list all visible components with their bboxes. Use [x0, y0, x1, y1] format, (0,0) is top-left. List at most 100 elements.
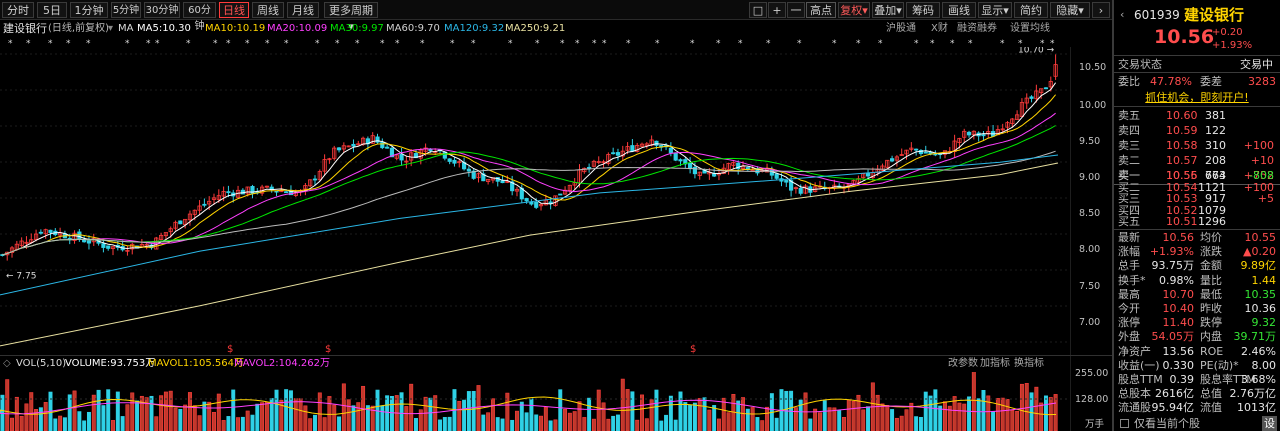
- event-star-icon: *: [766, 39, 771, 47]
- period-tab-weekly[interactable]: 周线: [252, 2, 284, 18]
- volume-bar: [67, 394, 72, 431]
- divider: [1114, 106, 1280, 107]
- promo-link[interactable]: 抓住机会，即刻开户!: [1114, 90, 1280, 105]
- level-label: 卖四: [1118, 124, 1140, 137]
- high-point-button[interactable]: 高点: [806, 2, 836, 18]
- volume-bar: [409, 383, 414, 431]
- chevron-down-icon[interactable]: ▾: [108, 21, 113, 37]
- volume-bar: [678, 391, 683, 431]
- checkbox[interactable]: [1120, 419, 1129, 428]
- low-price-label: ← 7.75: [6, 271, 36, 281]
- high-price-label: 10.70 →: [1018, 47, 1055, 55]
- level-volume: 1296: [1198, 215, 1226, 229]
- event-star-icon: *: [592, 39, 597, 47]
- stat-value: 10.35: [1244, 287, 1277, 301]
- candle-body: [673, 152, 678, 161]
- candle-body: [688, 162, 693, 170]
- event-star-icon: *: [245, 39, 250, 47]
- divider: [1114, 55, 1280, 56]
- stat-row: 外盘 54.05万 内盘 39.71万: [1114, 330, 1280, 344]
- volume-chart[interactable]: [0, 372, 1070, 431]
- candlestick-chart[interactable]: 10.70 → ← 7.75 $ $ $: [0, 47, 1070, 355]
- event-star-icon: *: [380, 39, 385, 47]
- event-star-icon: *: [535, 39, 540, 47]
- period-tab-30min[interactable]: 30分钟: [144, 2, 180, 18]
- asks-row[interactable]: 卖二 10.57 208 +10: [1114, 153, 1280, 168]
- stock-name: 建设银行: [1184, 6, 1245, 24]
- bids-row[interactable]: 买五 10.51 1296: [1114, 216, 1280, 228]
- stat-value: 3.68%: [1241, 373, 1276, 386]
- candle-body: [611, 152, 616, 155]
- stat-value: 54.05万: [1151, 330, 1195, 344]
- candle-body: [798, 187, 803, 194]
- stat-label: 最低: [1200, 287, 1222, 301]
- period-tab-1min[interactable]: 1分钟: [70, 2, 108, 18]
- candle-body: [385, 146, 390, 149]
- stat-row: 总股本 2616亿 总值 2.76万亿: [1114, 387, 1280, 401]
- more-periods-dropdown[interactable]: 更多周期 ▾: [324, 2, 378, 33]
- period-tab-60min[interactable]: 60分钟: [183, 2, 216, 32]
- period-tab-5min[interactable]: 5分钟: [111, 2, 141, 18]
- volume-bar: [125, 404, 130, 431]
- stat-row: 今开 10.40 昨收 10.36: [1114, 302, 1280, 316]
- event-star-icon: *: [930, 39, 935, 47]
- candle-body: [82, 239, 87, 243]
- settings-icon[interactable]: 设: [1262, 416, 1277, 431]
- volume-bar: [524, 412, 529, 431]
- level-label: 买五: [1118, 215, 1140, 229]
- link-margin[interactable]: 融资融券: [957, 21, 997, 37]
- period-tab-timeshare[interactable]: 分时: [2, 2, 34, 18]
- asks-row[interactable]: 卖四 10.59 122: [1114, 123, 1280, 138]
- bids-row[interactable]: 买一 10.55 664 -808: [1114, 170, 1280, 182]
- candle-body: [524, 198, 529, 202]
- period-tab-5day[interactable]: 5日: [37, 2, 67, 18]
- event-star-icon: *: [626, 39, 631, 47]
- collapse-panel-icon[interactable]: ›: [1092, 2, 1110, 18]
- edit-params-link[interactable]: 改参数: [948, 356, 978, 372]
- period-toolbar: 分时 5日 1分钟 5分钟 30分钟 60分钟 日线 周线 月线 更多周期 ▾ …: [0, 0, 1112, 33]
- link-finance[interactable]: X财: [931, 21, 948, 37]
- zoom-out-icon[interactable]: 一: [787, 2, 805, 18]
- asks-row[interactable]: 卖五 10.60 381: [1114, 108, 1280, 123]
- price-tick: 7.50: [1079, 281, 1101, 292]
- event-star-icon: *: [856, 39, 861, 47]
- level-price: 10.60: [1166, 109, 1198, 122]
- candle-body: [202, 203, 207, 206]
- collapse-icon[interactable]: ‹: [1120, 6, 1124, 24]
- zoom-in-icon[interactable]: +: [768, 2, 786, 18]
- volume-bar: [197, 415, 202, 431]
- window-icon[interactable]: □: [749, 2, 767, 18]
- collapse-icon[interactable]: ◇: [3, 356, 11, 372]
- candle-body: [77, 231, 82, 240]
- volume-bar: [890, 409, 895, 431]
- period-tab-daily[interactable]: 日线: [219, 2, 249, 18]
- add-indicator-link[interactable]: 加指标: [980, 356, 1010, 372]
- adjust-dropdown[interactable]: 复权▾: [838, 2, 870, 18]
- volume-bar: [543, 406, 548, 431]
- link-hk-connect[interactable]: 沪股通: [886, 21, 916, 37]
- volume-bar: [389, 395, 394, 431]
- event-star-icon: *: [914, 39, 919, 47]
- change-indicator-link[interactable]: 换指标: [1014, 356, 1044, 372]
- ma10-value: MA10:10.19: [205, 23, 266, 34]
- overlay-dropdown[interactable]: 叠加▾: [872, 2, 904, 18]
- draw-button[interactable]: 画线: [942, 2, 976, 18]
- promo-text[interactable]: 抓住机会，即刻开户!: [1145, 91, 1248, 104]
- level-change: -808: [1249, 169, 1274, 182]
- volume-bar: [471, 390, 476, 431]
- asks-row[interactable]: 卖三 10.58 310 +100: [1114, 138, 1280, 153]
- volume-bar: [178, 408, 183, 431]
- volume-bar: [894, 417, 899, 431]
- period-tab-monthly[interactable]: 月线: [287, 2, 319, 18]
- simple-button[interactable]: 简约: [1014, 2, 1048, 18]
- link-ma-settings[interactable]: 设置均线: [1010, 21, 1050, 37]
- hide-dropdown[interactable]: 隐藏▾: [1050, 2, 1090, 18]
- stat-value: 8.00: [1251, 358, 1277, 372]
- candle-body: [375, 136, 380, 143]
- volume-bar: [111, 420, 115, 431]
- ma20-value: MA20:10.09: [267, 23, 328, 34]
- chips-button[interactable]: 筹码: [906, 2, 940, 18]
- candle-body: [774, 173, 779, 179]
- display-dropdown[interactable]: 显示▾: [978, 2, 1012, 18]
- level-label: 卖三: [1118, 139, 1140, 152]
